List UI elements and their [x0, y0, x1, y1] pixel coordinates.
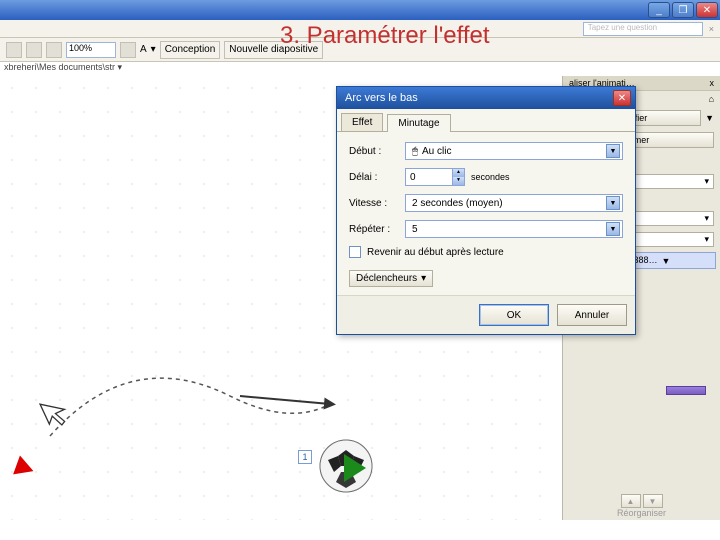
- start-combo[interactable]: 🖱Au clic ▼: [405, 142, 623, 160]
- cursor-arrow-icon: [37, 392, 76, 437]
- dialog-close-button[interactable]: ✕: [613, 90, 631, 106]
- start-marker-icon: [13, 456, 37, 481]
- rewind-checkbox[interactable]: [349, 246, 361, 258]
- reorganize-area: ▲ ▼ Réorganiser: [563, 490, 720, 518]
- dialog-titlebar[interactable]: Arc vers le bas ✕: [337, 87, 635, 109]
- format-icon[interactable]: [6, 42, 22, 58]
- chevron-down-icon[interactable]: ▼: [606, 196, 620, 210]
- path-breadcrumb[interactable]: xbreheri\Mes documents\str ▾: [4, 62, 122, 73]
- speed-combo[interactable]: 2 secondes (moyen) ▼: [405, 194, 623, 212]
- delay-label: Délai :: [349, 172, 405, 183]
- font-color-label: A: [140, 44, 147, 55]
- design-button[interactable]: Conception: [160, 41, 221, 59]
- rewind-checkbox-row[interactable]: Revenir au début après lecture: [349, 246, 623, 258]
- minimize-button[interactable]: _: [648, 2, 670, 18]
- pane-close-icon[interactable]: x: [710, 78, 715, 88]
- mouse-icon: 🖱: [412, 146, 418, 157]
- window-close-button[interactable]: ✕: [696, 2, 718, 18]
- numbering-icon[interactable]: [26, 42, 42, 58]
- effect-options-dialog: Arc vers le bas ✕ Effet Minutage Début :…: [336, 86, 636, 335]
- help-search-input[interactable]: Tapez une question: [583, 22, 703, 36]
- pane-home-icon[interactable]: ⌂: [709, 94, 714, 104]
- move-up-button[interactable]: ▲: [621, 494, 641, 508]
- chevron-down-icon[interactable]: ▼: [606, 222, 620, 236]
- play-indicator-icon: [344, 454, 366, 482]
- animation-sequence-number: 1: [298, 450, 312, 464]
- help-icon[interactable]: [120, 42, 136, 58]
- cancel-button[interactable]: Annuler: [557, 304, 627, 326]
- chevron-down-icon[interactable]: ▼: [606, 144, 620, 158]
- zoom-combo[interactable]: 100%: [66, 42, 116, 58]
- help-close-icon[interactable]: ×: [709, 24, 714, 34]
- motion-path: [40, 386, 360, 486]
- overlay-title: 3. Paramétrer l'effet: [280, 22, 490, 50]
- dialog-body: Début : 🖱Au clic ▼ Délai : 0 ▲▼ secondes…: [337, 131, 635, 295]
- speed-label: Vitesse :: [349, 198, 405, 209]
- dialog-footer: OK Annuler: [337, 295, 635, 334]
- triggers-button[interactable]: Déclencheurs▾: [349, 270, 433, 287]
- delay-suffix: secondes: [471, 172, 510, 182]
- window-titlebar: _ ❐ ✕: [0, 0, 720, 20]
- reorganize-label: Réorganiser: [617, 508, 666, 518]
- color-icon[interactable]: [46, 42, 62, 58]
- dialog-tabs: Effet Minutage: [337, 109, 635, 131]
- restore-button[interactable]: ❐: [672, 2, 694, 18]
- ok-button[interactable]: OK: [479, 304, 549, 326]
- tab-effect[interactable]: Effet: [341, 113, 383, 131]
- repeat-label: Répéter :: [349, 224, 405, 235]
- dialog-title: Arc vers le bas: [345, 92, 418, 104]
- move-down-button[interactable]: ▼: [643, 494, 663, 508]
- repeat-combo[interactable]: 5 ▼: [405, 220, 623, 238]
- tab-timing[interactable]: Minutage: [387, 114, 450, 132]
- delay-spinner[interactable]: 0 ▲▼: [405, 168, 465, 186]
- start-label: Début :: [349, 146, 405, 157]
- rewind-label: Revenir au début après lecture: [367, 247, 504, 258]
- timeline-bar[interactable]: [666, 386, 706, 395]
